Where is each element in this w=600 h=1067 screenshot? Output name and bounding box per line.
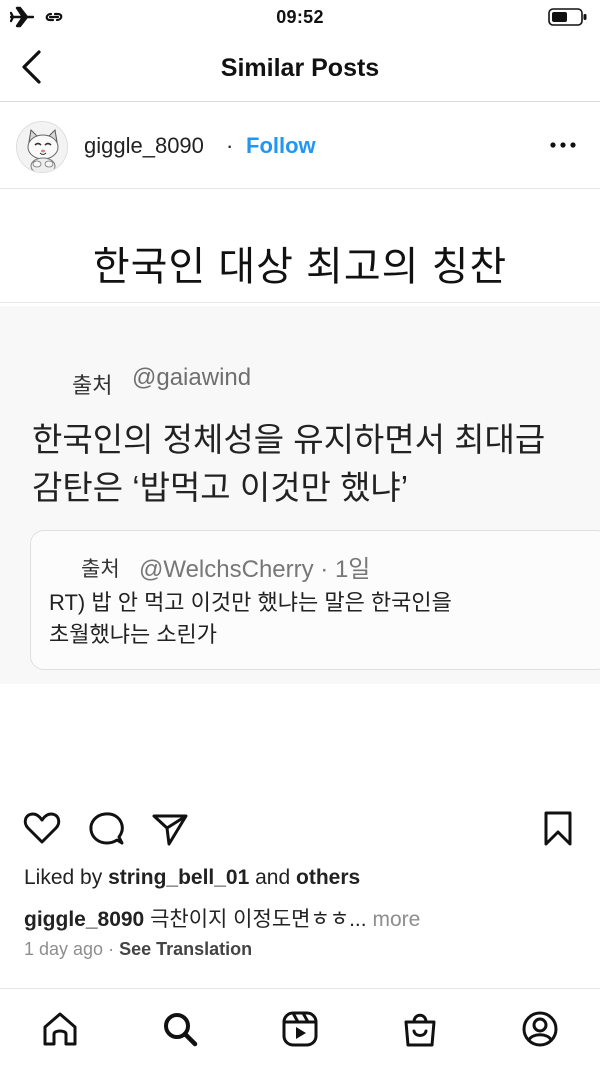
caption-more-link[interactable]: more [372, 908, 420, 931]
follow-button[interactable]: Follow [246, 133, 316, 159]
nav-header: Similar Posts [0, 34, 600, 102]
search-icon[interactable] [160, 1009, 200, 1049]
time-separator: · [103, 939, 120, 959]
caption-username[interactable]: giggle_8090 [24, 908, 144, 931]
tweet-text-line: 한국인의 정체성을 유지하면서 최대급 [32, 421, 546, 458]
battery-icon [548, 8, 587, 26]
quoted-text-line: RT) 밥 안 먹고 이것만 했냐는 말은 한국인을 [49, 590, 452, 615]
quoted-text-line: 초월했냐는 소린가 [49, 622, 218, 647]
liked-by-user[interactable]: string_bell_01 [108, 866, 249, 889]
quoted-tweet-card: 출처 @WelchsCherry · 1일 RT) 밥 안 먹고 이것만 했냐는… [30, 530, 600, 670]
quoted-source-handle: @WelchsCherry · 1일 [139, 556, 371, 583]
tweet-text-line: 감탄은 ‘밥먹고 이것만 했냐’ [32, 469, 409, 506]
separator-dot: · [226, 133, 234, 158]
avatar[interactable] [16, 121, 68, 173]
likes-middle: and [249, 866, 297, 889]
cat-avatar-icon [17, 122, 67, 172]
tweet-text: 한국인의 정체성을 유지하면서 최대급 감탄은 ‘밥먹고 이것만 했냐’ [32, 416, 592, 512]
post-headline: 한국인 대상 최고의 칭찬 [92, 245, 508, 289]
heart-icon[interactable] [22, 808, 62, 848]
page-title: Similar Posts [220, 54, 380, 82]
caption-text: 극찬이지 이정도면ㅎㅎ... [144, 908, 373, 931]
shop-icon[interactable] [400, 1009, 440, 1049]
liked-by-others[interactable]: others [296, 866, 360, 889]
bottom-tab-bar [0, 988, 600, 1067]
bookmark-icon[interactable] [538, 808, 578, 848]
see-translation-link[interactable]: See Translation [119, 939, 252, 959]
post-timestamp: 1 day ago [24, 939, 104, 959]
quoted-source-label: 출처 [81, 558, 120, 581]
share-icon[interactable] [150, 808, 190, 848]
tweet-source-handle: @gaiawind [132, 364, 252, 391]
profile-icon[interactable] [520, 1009, 560, 1049]
divider [0, 302, 600, 303]
post-header: giggle_8090 · Follow [0, 103, 600, 189]
post-image[interactable]: 한국인 대상 최고의 칭찬 출처 @gaiawind 한국인의 정체성을 유지하… [0, 190, 600, 790]
status-bar: 09:52 [0, 0, 600, 34]
status-time: 09:52 [276, 7, 324, 27]
post-username[interactable]: giggle_8090 [84, 133, 204, 159]
quoted-tweet-text: RT) 밥 안 먹고 이것만 했냐는 말은 한국인을 초월했냐는 소린가 [49, 587, 599, 651]
likes-text: Liked by string_bell_01 and others [24, 866, 360, 890]
more-horizontal-icon[interactable] [548, 135, 578, 155]
post-caption: giggle_8090 극찬이지 이정도면ㅎㅎ... more [24, 903, 420, 933]
home-icon[interactable] [40, 1009, 80, 1049]
reels-icon[interactable] [280, 1009, 320, 1049]
tweet-source-label: 출처 [72, 373, 113, 398]
comment-icon[interactable] [86, 808, 126, 848]
post-time-row: 1 day ago · See Translation [24, 939, 252, 960]
post-actions [0, 804, 600, 852]
likes-prefix: Liked by [24, 866, 109, 889]
